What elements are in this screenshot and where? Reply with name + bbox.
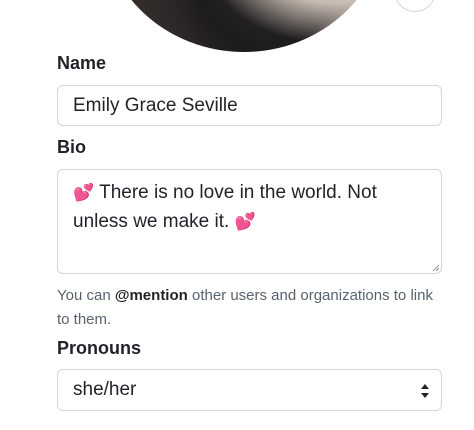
bio-text: There is no love in the world. Not unles… <box>73 182 377 232</box>
pronouns-label: Pronouns <box>57 338 141 358</box>
name-label: Name <box>57 53 107 73</box>
name-input[interactable]: Emily Grace Seville <box>57 85 442 126</box>
profile-settings-form: Name Emily Grace Seville Bio 💕 There is … <box>0 0 474 430</box>
pronouns-select[interactable]: she/her <box>57 369 442 411</box>
two-hearts-icon: 💕 <box>234 212 256 231</box>
bio-label: Bio <box>57 137 86 157</box>
hint-mention: @mention <box>114 287 188 304</box>
avatar[interactable] <box>103 0 385 52</box>
edit-avatar-icon[interactable] <box>394 0 436 12</box>
two-hearts-icon: 💕 <box>73 183 95 202</box>
pronouns-value: she/her <box>73 379 137 400</box>
select-arrows-icon <box>421 384 429 398</box>
name-value: Emily Grace Seville <box>73 95 238 116</box>
bio-hint: You can @mention other users and organiz… <box>57 284 437 332</box>
hint-prefix: You can <box>57 287 115 304</box>
bio-textarea[interactable]: 💕 There is no love in the world. Not unl… <box>57 169 442 274</box>
resize-grip-icon[interactable] <box>432 264 440 272</box>
